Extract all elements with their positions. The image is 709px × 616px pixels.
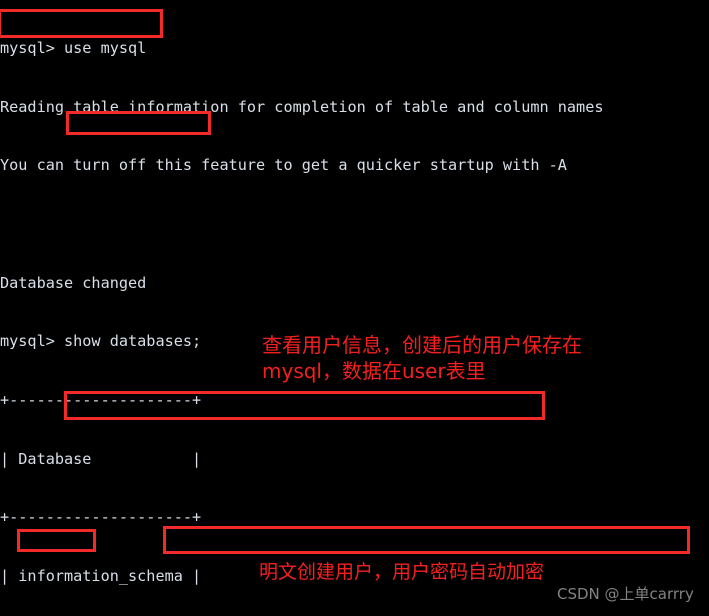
terminal-output[interactable]: mysql> use mysql Reading table informati… <box>0 0 709 616</box>
terminal-line-blank-1 <box>0 215 709 235</box>
terminal-line-db-changed: Database changed <box>0 273 147 292</box>
watermark-csdn: CSDN @上单carrry <box>557 585 694 603</box>
annotation-view-user-info-line1: 查看用户信息，创建后的用户保存在 <box>262 333 582 357</box>
annotation-view-user-info-line2: mysql，数据在user表里 <box>262 359 486 383</box>
terminal-line-turnoff: You can turn off this feature to get a q… <box>0 156 567 175</box>
terminal-line-reading: Reading table information for completion… <box>0 97 604 116</box>
db-table-top-border: +--------------------+ <box>0 390 202 409</box>
terminal-window: mysql> use mysql Reading table informati… <box>0 0 709 616</box>
terminal-line-use-mysql: mysql> use mysql <box>0 39 147 58</box>
db-table-header: | Database | <box>0 449 202 468</box>
db-table-header-border: +--------------------+ <box>0 508 202 527</box>
annotation-plaintext-encrypt: 明文创建用户，用户密码自动加密 <box>259 561 545 583</box>
